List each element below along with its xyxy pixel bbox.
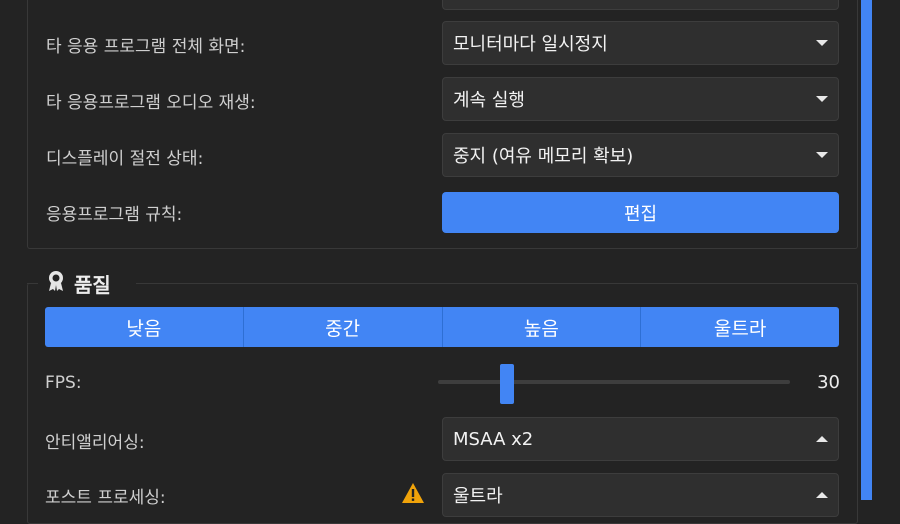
scrollbar-thumb[interactable] (861, 0, 872, 500)
chevron-down-icon (816, 96, 828, 102)
chevron-up-icon (816, 436, 828, 442)
preset-medium-button[interactable]: 중간 (242, 307, 442, 347)
edit-rules-button[interactable]: 편집 (442, 192, 839, 233)
fullscreen-apps-value: 모니터마다 일시정지 (453, 34, 608, 55)
fullscreen-apps-label: 타 응용 프로그램 전체 화면: (46, 37, 246, 57)
quality-section-title: 품질 (38, 266, 119, 300)
display-sleep-value: 중지 (여유 메모리 확보) (453, 146, 634, 167)
audio-playback-value: 계속 실행 (453, 90, 525, 111)
chevron-down-icon (816, 152, 828, 158)
postprocessing-value: 울트라 (453, 486, 503, 507)
preset-low-button[interactable]: 낮음 (45, 307, 243, 347)
fps-value: 30 (817, 372, 840, 393)
quality-title: 품질 (74, 272, 111, 297)
preset-high-button[interactable]: 높음 (441, 307, 641, 347)
fps-slider-track[interactable] (438, 380, 790, 384)
fps-label: FPS: (45, 373, 82, 393)
antialiasing-label: 안티앨리어싱: (45, 433, 145, 453)
antialiasing-dropdown[interactable]: MSAA x2 (442, 417, 839, 461)
scrollbar[interactable] (861, 0, 872, 500)
postprocessing-label: 포스트 프로세싱: (45, 488, 166, 508)
postprocessing-dropdown[interactable]: 울트라 (442, 473, 839, 517)
chevron-up-icon (816, 492, 828, 498)
fps-slider-handle[interactable] (500, 364, 514, 404)
preset-ultra-button[interactable]: 울트라 (640, 307, 839, 347)
cutoff-dropdown[interactable] (442, 0, 839, 10)
quality-panel-border (136, 283, 857, 284)
audio-playback-label: 타 응용프로그램 오디오 재생: (46, 93, 256, 113)
app-rules-label: 응용프로그램 규칙: (46, 205, 183, 225)
display-sleep-dropdown[interactable]: 중지 (여유 메모리 확보) (442, 133, 839, 177)
chevron-down-icon (816, 40, 828, 46)
audio-playback-dropdown[interactable]: 계속 실행 (442, 77, 839, 121)
display-sleep-label: 디스플레이 절전 상태: (46, 149, 204, 169)
antialiasing-value: MSAA x2 (453, 428, 534, 450)
medal-icon (46, 270, 66, 296)
fullscreen-apps-dropdown[interactable]: 모니터마다 일시정지 (442, 21, 839, 65)
quality-preset-group: 낮음 중간 높음 울트라 (45, 307, 839, 347)
warning-icon (401, 482, 425, 508)
